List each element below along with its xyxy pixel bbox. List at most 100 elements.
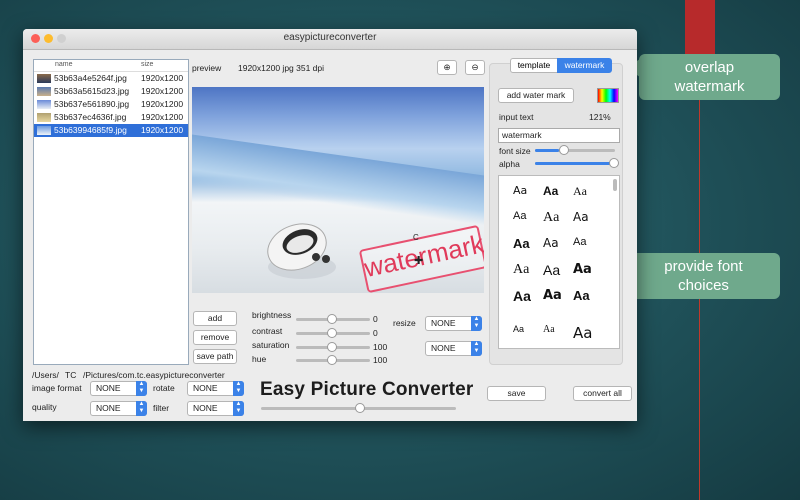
file-name: 53b63a5615d23.jpg (54, 86, 130, 96)
chevron-updown-icon: ▲ ▼ (233, 381, 244, 396)
file-name: 53b63a4e5264f.jpg (54, 73, 127, 83)
font-sample[interactable]: Aa (573, 184, 587, 199)
rotate-value: NONE (193, 383, 218, 393)
input-text-label: input text (499, 112, 534, 122)
alpha-slider[interactable] (535, 162, 615, 165)
font-sample[interactable]: Aa (513, 236, 530, 251)
quality-label: quality (32, 402, 57, 412)
filter-select[interactable]: NONE ▲ ▼ (187, 401, 244, 416)
image-preview[interactable]: watermark C ✚ (192, 87, 484, 293)
chevron-updown-icon: ▲ ▼ (471, 341, 482, 356)
file-thumbnail (37, 126, 51, 135)
file-thumbnail (37, 74, 51, 83)
font-sample[interactable]: Aa (543, 236, 559, 250)
saturation-label: saturation (252, 340, 290, 350)
chevron-updown-icon: ▲ ▼ (136, 401, 147, 416)
file-size: 1920x1200 (141, 125, 184, 135)
brightness-knob[interactable] (327, 314, 337, 324)
zoom-in-button[interactable]: ⊕ (437, 60, 457, 75)
rotate-select[interactable]: NONE ▲ ▼ (187, 381, 244, 396)
brightness-label: brightness (252, 310, 292, 320)
tab-watermark[interactable]: watermark (557, 58, 612, 73)
font-sample[interactable]: Aa (513, 184, 527, 197)
save-button[interactable]: save (487, 386, 546, 401)
font-size-label: font size (499, 146, 531, 156)
font-sample[interactable]: Aa (573, 324, 592, 342)
zoom-out-icon: ⊖ (471, 62, 479, 72)
zoom-out-button[interactable]: ⊖ (465, 60, 485, 75)
resize-select-2[interactable]: NONE ▲ ▼ (425, 341, 482, 356)
font-sample[interactable]: Aa (513, 288, 531, 304)
font-sample[interactable]: Aa (543, 324, 555, 335)
font-sample[interactable]: Aa (543, 210, 559, 226)
column-size[interactable]: size (141, 61, 153, 68)
image-format-value: NONE (96, 383, 121, 393)
saturation-knob[interactable] (327, 342, 337, 352)
file-row[interactable]: 53b63994685f9.jpg 1920x1200 (34, 124, 188, 137)
font-sample[interactable]: Aa (543, 288, 562, 303)
resize-select[interactable]: NONE ▲ ▼ (425, 316, 482, 331)
chevron-updown-icon: ▲ ▼ (136, 381, 147, 396)
app-window: easypictureconverter name size 53b63a4e5… (23, 29, 637, 421)
image-format-label: image format (32, 383, 82, 393)
convert-all-button[interactable]: convert all (573, 386, 632, 401)
contrast-label: contrast (252, 326, 283, 336)
watermark-text-input[interactable]: watermark (498, 128, 620, 143)
file-size: 1920x1200 (141, 112, 184, 122)
font-sample[interactable]: Aa (573, 262, 592, 277)
file-list[interactable]: name size 53b63a4e5264f.jpg 1920x1200 53b6… (33, 59, 189, 365)
font-sample[interactable]: Aa (513, 210, 526, 222)
color-swatch-icon[interactable] (597, 88, 619, 103)
hue-value: 100 (373, 355, 388, 365)
alpha-knob[interactable] (609, 158, 619, 168)
filter-label: filter (153, 403, 170, 413)
font-size-slider[interactable] (535, 149, 615, 152)
file-size: 1920x1200 (141, 73, 184, 83)
chevron-updown-icon: ▲ ▼ (471, 316, 482, 331)
contrast-knob[interactable] (327, 328, 337, 338)
file-name: 53b637e561890.jpg (54, 99, 130, 109)
font-sample[interactable]: Aa (513, 324, 524, 334)
font-size-knob[interactable] (559, 145, 569, 155)
remove-button[interactable]: remove (193, 330, 237, 345)
image-format-select[interactable]: NONE ▲ ▼ (90, 381, 147, 396)
path-user: TC (65, 370, 77, 380)
resize-value: NONE (431, 318, 456, 328)
quality-select[interactable]: NONE ▲ ▼ (90, 401, 147, 416)
contrast-value: 0 (373, 328, 378, 338)
cursor-char: C (413, 233, 419, 242)
font-sample[interactable]: Aa (573, 236, 586, 248)
file-thumbnail (37, 113, 51, 122)
quality-value: NONE (96, 403, 121, 413)
file-row[interactable]: 53b63a5615d23.jpg 1920x1200 (34, 85, 188, 98)
scrollbar[interactable] (613, 179, 617, 191)
font-choices-grid[interactable]: Aa Aa Aa Aa Aa Aa Aa Aa Aa Aa Aa Aa Aa Aa Aa Aa Aa Aa (498, 175, 620, 349)
hue-knob[interactable] (327, 355, 337, 365)
font-sample[interactable]: Aa (543, 184, 558, 198)
callout-line-2: watermark (674, 78, 745, 95)
brightness-value: 0 (373, 314, 378, 324)
chevron-updown-icon: ▲ ▼ (233, 401, 244, 416)
tab-template[interactable]: template (510, 58, 558, 73)
font-sample[interactable]: Aa (573, 288, 590, 303)
file-size: 1920x1200 (141, 99, 184, 109)
file-thumbnail (37, 100, 51, 109)
preview-label: preview (192, 63, 222, 73)
file-name: 53b637ec4636f.jpg (54, 112, 127, 122)
add-water-mark-button[interactable]: add water mark (498, 88, 574, 103)
file-row[interactable]: 53b637e561890.jpg 1920x1200 (34, 98, 188, 111)
font-sample[interactable]: Aa (573, 210, 589, 224)
add-button[interactable]: add (193, 311, 237, 326)
hue-label: hue (252, 354, 267, 364)
app-title: Easy Picture Converter (260, 379, 474, 400)
bottom-slider-knob[interactable] (355, 403, 365, 413)
font-sample[interactable]: Aa (513, 262, 529, 278)
file-list-header: name size (34, 60, 188, 72)
save-path-button[interactable]: save path (193, 349, 237, 364)
callout-font-choices: provide font choices (627, 253, 780, 299)
file-row[interactable]: 53b63a4e5264f.jpg 1920x1200 (34, 72, 188, 85)
font-sample[interactable]: Aa (543, 262, 560, 278)
column-name[interactable]: name (55, 61, 73, 68)
callout-line-1: provide font (664, 258, 743, 275)
file-row[interactable]: 53b637ec4636f.jpg 1920x1200 (34, 111, 188, 124)
